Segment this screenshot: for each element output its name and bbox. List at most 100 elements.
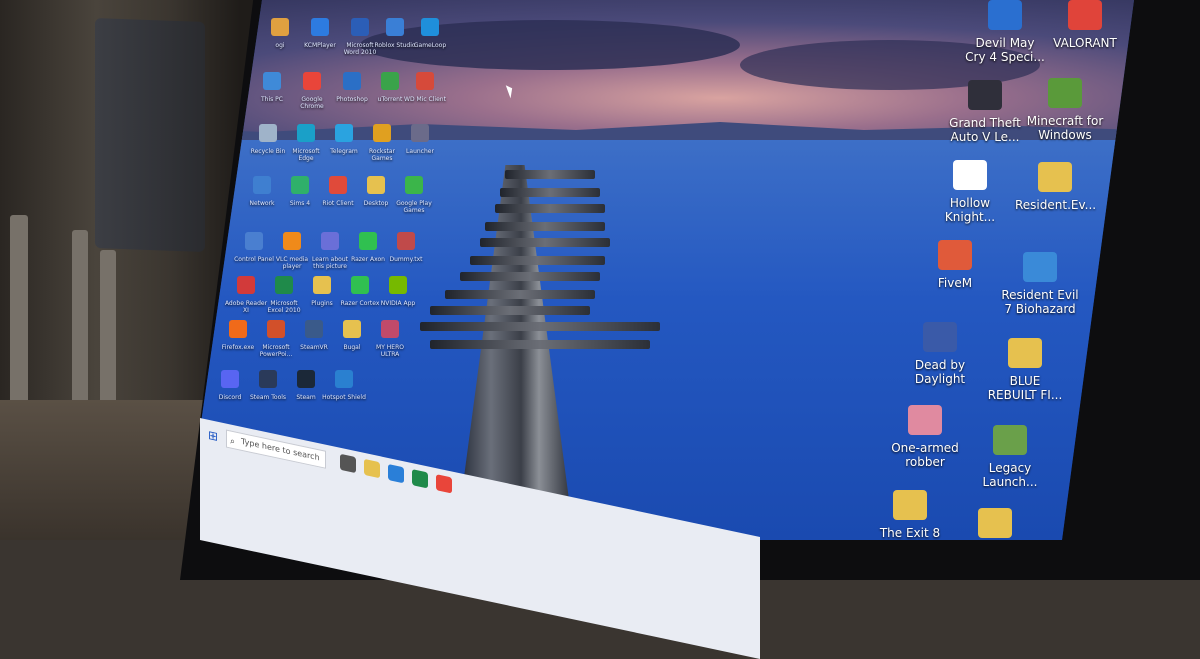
resident-ev-icon (1038, 162, 1072, 192)
wallpaper-pier-plank (495, 204, 605, 213)
this-pc-icon (263, 72, 281, 90)
desktop-icon-label: Hollow Knight... (944, 196, 996, 224)
razer-axon-icon (359, 232, 377, 250)
desktop-icon-label: MY HERO ULTRA (376, 344, 404, 358)
google-play-games-icon (405, 176, 423, 194)
desktop-icon-label: FiveM (937, 276, 973, 290)
desktop-icon-label: BLUE REBUILT FI... (987, 374, 1063, 402)
vlc-media-player-icon (283, 232, 301, 250)
desktop-icon-label: Minecraft for Windows (1026, 114, 1104, 142)
desktop-icon-devil-may-cry-4-speci[interactable]: Devil May Cry 4 Speci... (965, 0, 1045, 64)
steamvr-icon (305, 320, 323, 338)
desktop-icon-label: Legacy Launch... (982, 461, 1038, 489)
chair (95, 18, 205, 252)
adobe-reader-xi-icon (237, 276, 255, 294)
my-hero-ultra-icon (381, 320, 399, 338)
hollow-knight-icon (953, 160, 987, 190)
microsoft-edge-icon (297, 124, 315, 142)
desktop-icon-resident-ev[interactable]: Resident.Ev... (1015, 162, 1097, 212)
desktop-icon-dead-by-daylight[interactable]: Dead by Daylight (900, 322, 980, 386)
desktop-icon-label: Dummy.txt (389, 256, 423, 263)
desktop-icon-one-armed-robber[interactable]: One-armed robber (885, 405, 965, 469)
fivem-icon (938, 240, 972, 270)
wd-mic-client-icon (416, 72, 434, 90)
wallpaper-pier-plank (460, 272, 600, 281)
desktop-icon-blue-rebuilt-fi[interactable]: BLUE REBUILT FI... (985, 338, 1065, 402)
desktop-icon-label: Google Chrome (300, 96, 324, 110)
desktop-icon-label: Resident.Ev... (1015, 198, 1097, 212)
desktop-icon-label: VALORANT (1053, 36, 1117, 50)
desktop-icon-legacy-launch[interactable]: Legacy Launch... (970, 425, 1050, 489)
photoshop-icon (343, 72, 361, 90)
gameloop-icon (421, 18, 439, 36)
microsoft-excel-2010-icon (275, 276, 293, 294)
ogi-icon (271, 18, 289, 36)
desktop-icon-google-play-games[interactable]: Google Play Games (392, 176, 436, 214)
steam-icon (297, 370, 315, 388)
dummy-txt-icon (397, 232, 415, 250)
telegram-icon (335, 124, 353, 142)
desktop-icon-label: WD Mic Client (404, 96, 446, 103)
desktop-icon-google-chrome[interactable]: Google Chrome (290, 72, 334, 110)
wallpaper-pier-plank (485, 222, 605, 231)
desktop-icon-valorant[interactable]: VALORANT (1045, 0, 1125, 50)
desktop-icon-label: GameLoop (413, 42, 447, 49)
desktop-icon-ogi[interactable]: ogi (258, 18, 302, 49)
desktop-icon-dummy-txt[interactable]: Dummy.txt (384, 232, 428, 263)
desktop-icon-label: Google Play Games (396, 200, 432, 214)
launcher-icon (411, 124, 429, 142)
razer-cortex-icon (351, 276, 369, 294)
blue-rebuilt-fi-icon (1008, 338, 1042, 368)
store-icon[interactable] (388, 463, 404, 484)
steam-tools-icon (259, 370, 277, 388)
desktop-icon-label: Devil May Cry 4 Speci... (965, 36, 1045, 64)
desktop-icon-hollow-knight[interactable]: Hollow Knight... (930, 160, 1010, 224)
wallpaper-pier-plank (420, 322, 660, 331)
desktop-icon-hotspot-shield[interactable]: Hotspot Shield (322, 370, 366, 401)
one-armed-robber-icon (908, 405, 942, 435)
desktop-icon-minecraft-for-windows[interactable]: Minecraft for Windows (1025, 78, 1105, 142)
desktop-icon-wd-mic-client[interactable]: WD Mic Client (403, 72, 447, 103)
desktop-icon-icon-13[interactable] (955, 508, 1035, 540)
desktop-icon-my-hero-ultra[interactable]: MY HERO ULTRA (368, 320, 412, 358)
desktop-icon-gameloop[interactable]: GameLoop (408, 18, 452, 49)
desktop-icon-label: Hotspot Shield (322, 394, 366, 401)
recycle-bin-icon (259, 124, 277, 142)
microsoft-word-2010-icon (351, 18, 369, 36)
excel-icon[interactable] (412, 469, 428, 489)
desktop-icon-nvidia-app[interactable]: NVIDIA App (376, 276, 420, 307)
learn-about-this-picture-icon (321, 232, 339, 250)
desktop-icon-this-pc[interactable]: This PC (250, 72, 294, 103)
task-view-icon[interactable] (340, 453, 356, 474)
sims-4-icon (291, 176, 309, 194)
devil-may-cry-4-speci-icon (988, 0, 1022, 30)
wallpaper-pier-plank (505, 170, 595, 179)
chrome-icon[interactable] (436, 474, 452, 494)
wallpaper-pier-plank (430, 340, 650, 349)
network-icon (253, 176, 271, 194)
desktop-icon-grand-theft-auto-v-le[interactable]: Grand Theft Auto V Le... (945, 80, 1025, 144)
desktop-icon-kcmplayer[interactable]: KCMPlayer (298, 18, 342, 49)
desktop-icon-label: Dead by Daylight (914, 358, 966, 386)
wallpaper-pier-plank (430, 306, 590, 315)
desktop-icon-label: Grand Theft Auto V Le... (949, 116, 1021, 144)
desktop-icon-label: Resident Evil 7 Biohazard (1001, 288, 1079, 316)
valorant-icon (1068, 0, 1102, 30)
wallpaper-pier-plank (470, 256, 605, 265)
firefox-exe-icon (229, 320, 247, 338)
bugal-icon (343, 320, 361, 338)
wallpaper-pier-plank (500, 188, 600, 197)
file-explorer-icon[interactable] (364, 458, 380, 479)
desktop-icon-fivem[interactable]: FiveM (915, 240, 995, 290)
desktop-icon-the-exit-8[interactable]: The Exit 8 (870, 490, 950, 540)
google-chrome-icon (303, 72, 321, 90)
minecraft-for-windows-icon (1048, 78, 1082, 108)
windows-start-icon[interactable]: ⊞ (208, 428, 222, 445)
nvidia-app-icon (389, 276, 407, 294)
desktop-icon-label: The Exit 8 (879, 526, 941, 540)
desktop-icon-resident-evil-7-biohazard[interactable]: Resident Evil 7 Biohazard (1000, 252, 1080, 316)
search-icon: ⌕ (230, 436, 236, 448)
resident-evil-7-biohazard-icon (1023, 252, 1057, 282)
desktop-icon (367, 176, 385, 194)
desktop-icon-launcher[interactable]: Launcher (398, 124, 442, 155)
